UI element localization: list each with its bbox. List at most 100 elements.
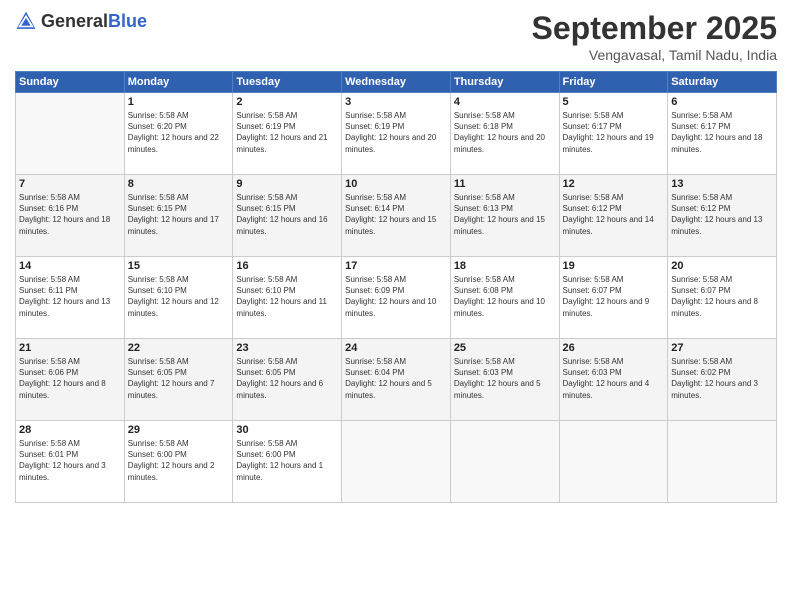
day-cell: 30 Sunrise: 5:58 AMSunset: 6:00 PMDayligh… [233,421,342,503]
day-info: Sunrise: 5:58 AMSunset: 6:16 PMDaylight:… [19,192,121,237]
day-info: Sunrise: 5:58 AMSunset: 6:10 PMDaylight:… [236,274,338,319]
day-number: 25 [454,342,556,354]
header: GeneralBlue September 2025 Vengavasal, T… [15,10,777,63]
calendar-header-row: SundayMondayTuesdayWednesdayThursdayFrid… [16,72,777,93]
page: GeneralBlue September 2025 Vengavasal, T… [0,0,792,612]
week-row-2: 7Sunrise: 5:58 AMSunset: 6:16 PMDaylight… [16,175,777,257]
day-cell: 24Sunrise: 5:58 AMSunset: 6:04 PMDayligh… [342,339,451,421]
day-number: 20 [671,260,773,272]
day-cell: 20Sunrise: 5:58 AMSunset: 6:07 PMDayligh… [668,257,777,339]
month-title: September 2025 [532,10,777,47]
day-cell: 11 Sunrise: 5:58 AMSunset: 6:13 PMDayligh… [450,175,559,257]
day-cell: 5 Sunrise: 5:58 AMSunset: 6:17 PMDaylight… [559,93,668,175]
day-info: Sunrise: 5:58 AMSunset: 6:10 PMDaylight:… [128,274,230,319]
calendar-body: 1 Sunrise: 5:58 AMSunset: 6:20 PMDaylight… [16,93,777,503]
day-cell: 27 Sunrise: 5:58 AMSunset: 6:02 PMDayligh… [668,339,777,421]
day-info: Sunrise: 5:58 AMSunset: 6:01 PMDaylight:… [19,438,121,483]
logo-blue: Blue [108,11,147,31]
day-info: Sunrise: 5:58 AMSunset: 6:15 PMDaylight:… [128,192,230,237]
logo-text: GeneralBlue [41,11,147,32]
day-cell: 13 Sunrise: 5:58 AMSunset: 6:12 PMDayligh… [668,175,777,257]
day-cell [342,421,451,503]
day-number: 29 [128,424,230,436]
day-cell [668,421,777,503]
logo: GeneralBlue [15,10,147,32]
day-number: 4 [454,96,556,108]
week-row-5: 28 Sunrise: 5:58 AMSunset: 6:01 PMDayligh… [16,421,777,503]
day-number: 27 [671,342,773,354]
header-cell-thursday: Thursday [450,72,559,93]
day-info: Sunrise: 5:58 AMSunset: 6:07 PMDaylight:… [563,274,665,319]
day-number: 3 [345,96,447,108]
day-cell: 8 Sunrise: 5:58 AMSunset: 6:15 PMDaylight… [124,175,233,257]
header-cell-tuesday: Tuesday [233,72,342,93]
day-info: Sunrise: 5:58 AMSunset: 6:09 PMDaylight:… [345,274,447,319]
day-cell: 28 Sunrise: 5:58 AMSunset: 6:01 PMDayligh… [16,421,125,503]
day-number: 13 [671,178,773,190]
day-number: 10 [345,178,447,190]
day-info: Sunrise: 5:58 AMSunset: 6:19 PMDaylight:… [236,110,338,155]
header-cell-friday: Friday [559,72,668,93]
title-block: September 2025 Vengavasal, Tamil Nadu, I… [532,10,777,63]
day-cell: 15 Sunrise: 5:58 AMSunset: 6:10 PMDayligh… [124,257,233,339]
day-number: 16 [236,260,338,272]
day-info: Sunrise: 5:58 AMSunset: 6:12 PMDaylight:… [671,192,773,237]
day-cell [559,421,668,503]
day-info: Sunrise: 5:58 AMSunset: 6:00 PMDaylight:… [128,438,230,483]
day-info: Sunrise: 5:58 AMSunset: 6:18 PMDaylight:… [454,110,556,155]
day-number: 14 [19,260,121,272]
day-cell: 16 Sunrise: 5:58 AMSunset: 6:10 PMDayligh… [233,257,342,339]
day-info: Sunrise: 5:58 AMSunset: 6:08 PMDaylight:… [454,274,556,319]
day-number: 11 [454,178,556,190]
day-cell: 7Sunrise: 5:58 AMSunset: 6:16 PMDaylight… [16,175,125,257]
day-info: Sunrise: 5:58 AMSunset: 6:00 PMDaylight:… [236,438,338,483]
day-cell: 14Sunrise: 5:58 AMSunset: 6:11 PMDayligh… [16,257,125,339]
day-cell [450,421,559,503]
day-cell: 25Sunrise: 5:58 AMSunset: 6:03 PMDayligh… [450,339,559,421]
day-cell: 17 Sunrise: 5:58 AMSunset: 6:09 PMDayligh… [342,257,451,339]
logo-general: General [41,11,108,31]
header-cell-saturday: Saturday [668,72,777,93]
day-cell: 29 Sunrise: 5:58 AMSunset: 6:00 PMDayligh… [124,421,233,503]
day-info: Sunrise: 5:58 AMSunset: 6:05 PMDaylight:… [128,356,230,401]
day-number: 18 [454,260,556,272]
header-cell-sunday: Sunday [16,72,125,93]
day-cell: 6 Sunrise: 5:58 AMSunset: 6:17 PMDaylight… [668,93,777,175]
day-info: Sunrise: 5:58 AMSunset: 6:12 PMDaylight:… [563,192,665,237]
day-cell: 12 Sunrise: 5:58 AMSunset: 6:12 PMDayligh… [559,175,668,257]
logo-icon [15,10,37,32]
day-info: Sunrise: 5:58 AMSunset: 6:13 PMDaylight:… [454,192,556,237]
day-cell: 22Sunrise: 5:58 AMSunset: 6:05 PMDayligh… [124,339,233,421]
day-info: Sunrise: 5:58 AMSunset: 6:20 PMDaylight:… [128,110,230,155]
day-number: 28 [19,424,121,436]
day-info: Sunrise: 5:58 AMSunset: 6:19 PMDaylight:… [345,110,447,155]
day-number: 23 [236,342,338,354]
day-info: Sunrise: 5:58 AMSunset: 6:05 PMDaylight:… [236,356,338,401]
day-info: Sunrise: 5:58 AMSunset: 6:03 PMDaylight:… [563,356,665,401]
day-cell [16,93,125,175]
day-number: 5 [563,96,665,108]
header-cell-monday: Monday [124,72,233,93]
day-number: 15 [128,260,230,272]
day-cell: 19Sunrise: 5:58 AMSunset: 6:07 PMDayligh… [559,257,668,339]
day-cell: 3 Sunrise: 5:58 AMSunset: 6:19 PMDaylight… [342,93,451,175]
day-number: 6 [671,96,773,108]
day-info: Sunrise: 5:58 AMSunset: 6:17 PMDaylight:… [563,110,665,155]
day-number: 30 [236,424,338,436]
day-number: 17 [345,260,447,272]
day-number: 9 [236,178,338,190]
day-cell: 23 Sunrise: 5:58 AMSunset: 6:05 PMDayligh… [233,339,342,421]
day-info: Sunrise: 5:58 AMSunset: 6:06 PMDaylight:… [19,356,121,401]
day-cell: 1 Sunrise: 5:58 AMSunset: 6:20 PMDaylight… [124,93,233,175]
day-cell: 10 Sunrise: 5:58 AMSunset: 6:14 PMDayligh… [342,175,451,257]
day-number: 1 [128,96,230,108]
day-number: 21 [19,342,121,354]
day-number: 2 [236,96,338,108]
day-cell: 26Sunrise: 5:58 AMSunset: 6:03 PMDayligh… [559,339,668,421]
day-number: 8 [128,178,230,190]
day-number: 12 [563,178,665,190]
day-info: Sunrise: 5:58 AMSunset: 6:14 PMDaylight:… [345,192,447,237]
day-cell: 4 Sunrise: 5:58 AMSunset: 6:18 PMDaylight… [450,93,559,175]
day-info: Sunrise: 5:58 AMSunset: 6:02 PMDaylight:… [671,356,773,401]
day-info: Sunrise: 5:58 AMSunset: 6:17 PMDaylight:… [671,110,773,155]
